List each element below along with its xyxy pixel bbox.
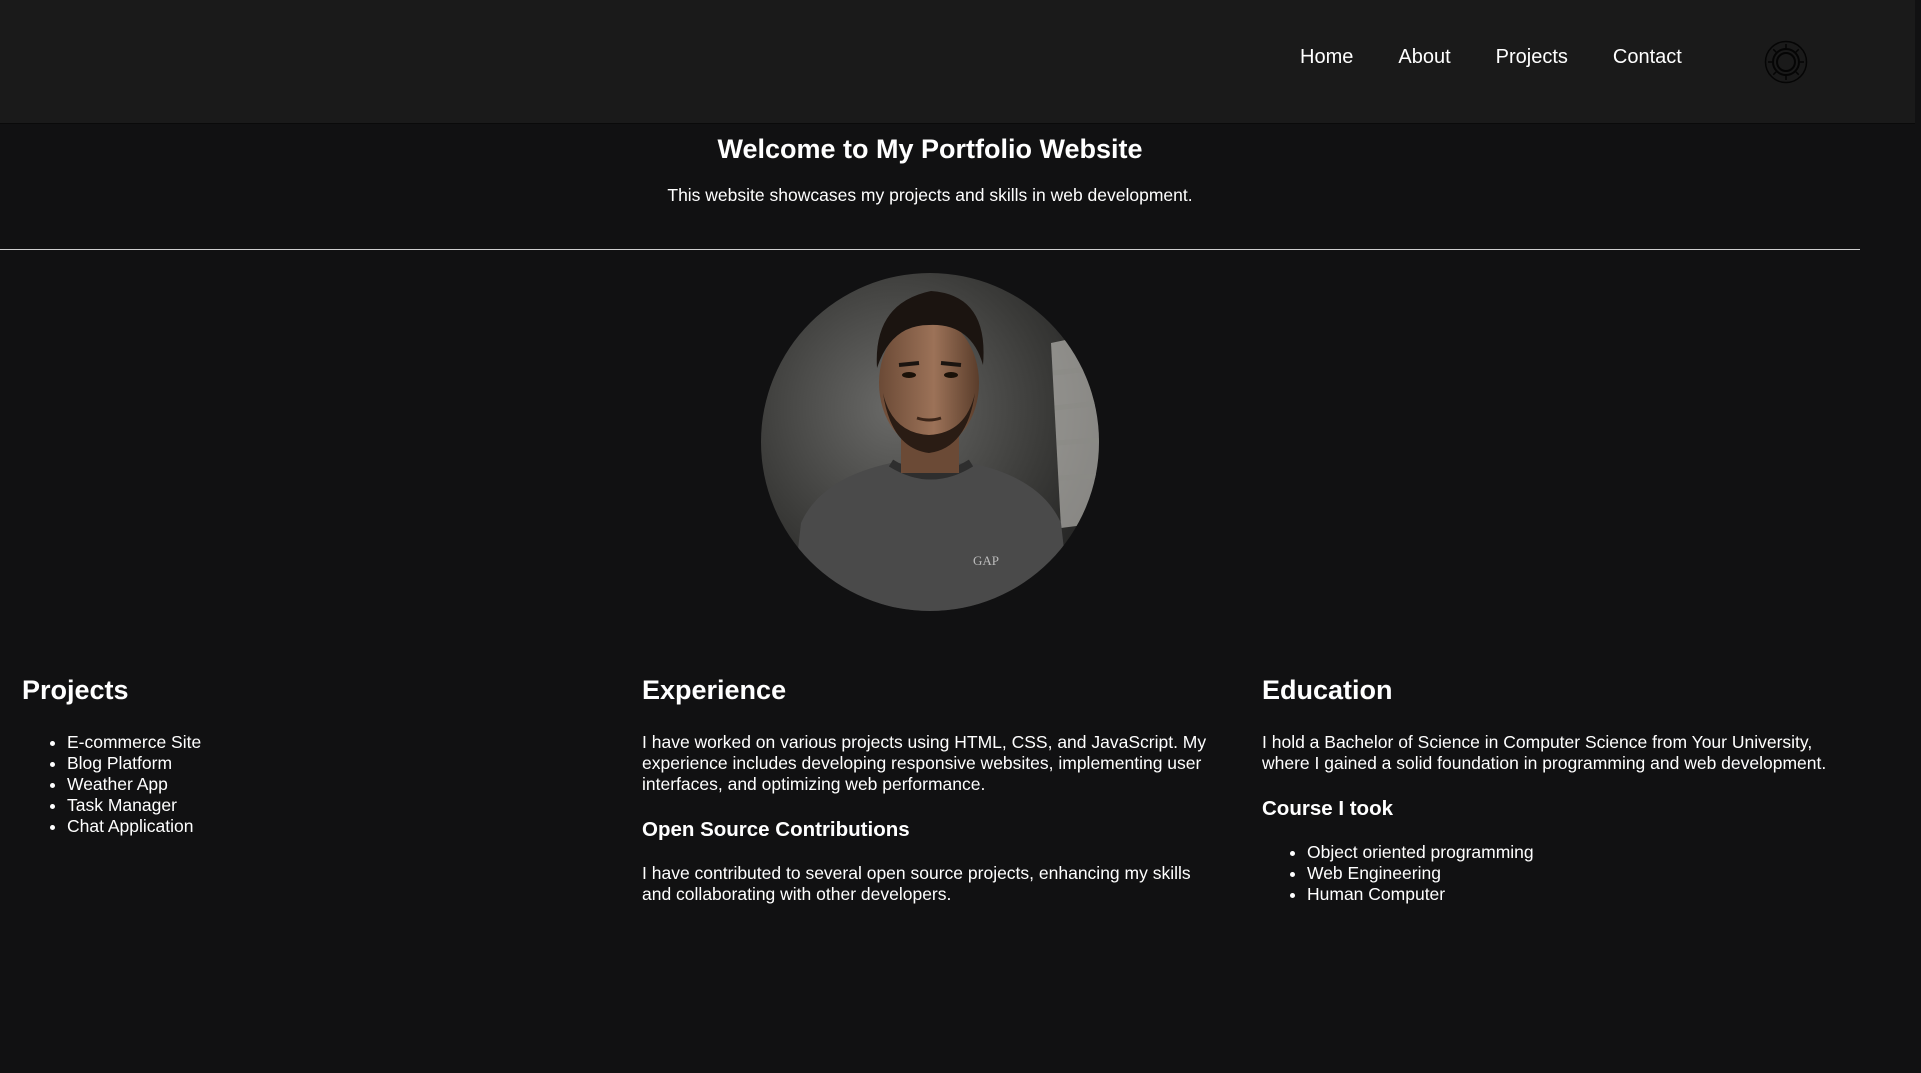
sun-icon <box>1764 40 1808 84</box>
nav-home-link[interactable]: Home <box>1300 46 1353 69</box>
list-item: E-commerce Site <box>67 732 612 753</box>
projects-list: E-commerce Site Blog Platform Weather Ap… <box>22 732 612 837</box>
nav-about-link[interactable]: About <box>1398 46 1450 69</box>
projects-heading: Projects <box>22 675 129 705</box>
profile-photo: GAP <box>761 273 1099 611</box>
list-item: Task Manager <box>67 795 612 816</box>
education-section: Education I hold a Bachelor of Science i… <box>1262 675 1862 905</box>
open-source-heading: Open Source Contributions <box>642 818 910 841</box>
site-header: Home About Projects Contact <box>0 0 1915 124</box>
page-subtitle: This website showcases my projects and s… <box>667 185 1193 205</box>
nav-contact-link[interactable]: Contact <box>1613 46 1682 69</box>
list-item: Object oriented programming <box>1307 842 1862 863</box>
page: Home About Projects Contact Welcome to M… <box>0 0 1921 1073</box>
courses-list: Object oriented programming Web Engineer… <box>1262 842 1862 905</box>
theme-toggle-button[interactable] <box>1764 40 1808 84</box>
svg-text:GAP: GAP <box>973 553 999 568</box>
hero-section: Welcome to My Portfolio Website This web… <box>0 123 1860 206</box>
education-heading: Education <box>1262 675 1393 705</box>
page-title: Welcome to My Portfolio Website <box>717 134 1143 164</box>
list-item: Chat Application <box>67 816 612 837</box>
projects-section: Projects E-commerce Site Blog Platform W… <box>22 675 612 837</box>
experience-text: I have worked on various projects using … <box>642 732 1207 794</box>
experience-section: Experience I have worked on various proj… <box>642 675 1222 905</box>
experience-heading: Experience <box>642 675 787 705</box>
list-item: Blog Platform <box>67 753 612 774</box>
list-item: Weather App <box>67 774 612 795</box>
nav-projects-link[interactable]: Projects <box>1496 46 1568 69</box>
hero-divider <box>0 249 1860 250</box>
list-item: Web Engineering <box>1307 863 1862 884</box>
main-nav: Home About Projects Contact <box>1300 46 1727 69</box>
list-item: Human Computer <box>1307 884 1862 905</box>
education-text: I hold a Bachelor of Science in Computer… <box>1262 732 1827 773</box>
open-source-text: I have contributed to several open sourc… <box>642 863 1191 904</box>
courses-heading: Course I took <box>1262 797 1393 820</box>
